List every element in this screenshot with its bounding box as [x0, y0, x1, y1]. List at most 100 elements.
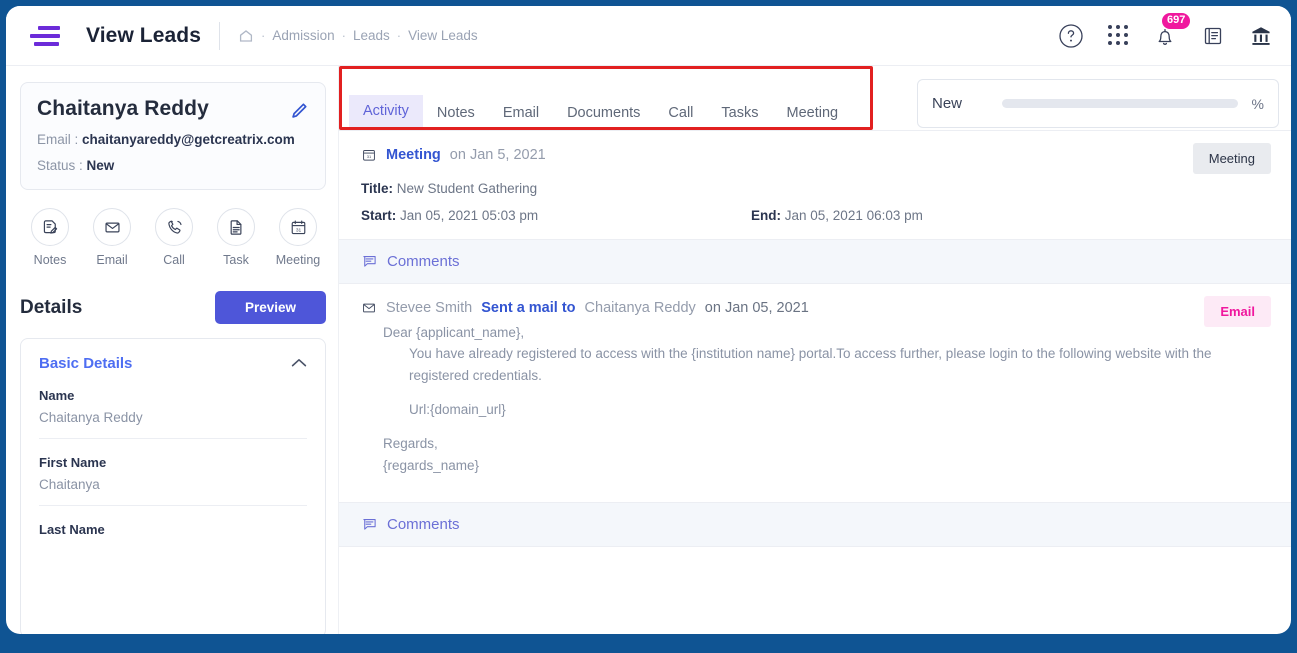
lead-email-label: Email :: [37, 132, 79, 147]
tab-documents[interactable]: Documents: [553, 97, 654, 130]
bank-icon[interactable]: [1249, 24, 1273, 48]
calendar-icon: 31: [361, 147, 377, 163]
breadcrumb-item-view-leads[interactable]: View Leads: [408, 28, 478, 43]
quick-action-email[interactable]: Email: [84, 208, 140, 267]
top-icon-group: 697: [1058, 12, 1273, 49]
quick-action-notes[interactable]: Notes: [22, 208, 78, 267]
tab-email[interactable]: Email: [489, 97, 553, 130]
field-label: Name: [39, 388, 75, 403]
calendar-icon: 31: [279, 208, 317, 246]
tab-call[interactable]: Call: [654, 97, 707, 130]
detail-field-name: Name Chaitanya Reddy: [39, 372, 307, 439]
quick-action-label: Meeting: [275, 253, 321, 267]
apps-grid-icon[interactable]: [1108, 25, 1129, 46]
quick-action-label: Notes: [33, 253, 67, 267]
status-select[interactable]: New %: [917, 79, 1279, 128]
email-sender: Stevee Smith: [386, 300, 473, 316]
comment-icon: [361, 516, 378, 533]
meeting-end: End: Jan 05, 2021 06:03 pm: [751, 208, 923, 223]
lead-summary-card: Chaitanya Reddy Email : chaitanyareddy@g…: [20, 82, 326, 190]
notes-icon: [31, 208, 69, 246]
entry-type: Meeting: [386, 147, 441, 163]
quick-action-call[interactable]: Call: [146, 208, 202, 267]
meeting-end-value: Jan 05, 2021 06:03 pm: [784, 208, 923, 223]
email-body-line-2: You have already registered to access wi…: [409, 346, 1212, 383]
home-icon[interactable]: [238, 28, 254, 44]
email-recipient: Chaitanya Reddy: [584, 300, 696, 316]
app-window: View Leads · Admission · Leads · View Le…: [6, 6, 1291, 634]
field-value: Chaitanya Reddy: [39, 410, 143, 425]
breadcrumb-sep: ·: [341, 28, 346, 43]
comments-bar-email[interactable]: Comments: [339, 501, 1291, 547]
tab-meeting[interactable]: Meeting: [772, 97, 852, 130]
tab-notes[interactable]: Notes: [423, 97, 489, 130]
divider: [219, 21, 221, 50]
document-icon: [217, 208, 255, 246]
meeting-title-value: New Student Gathering: [396, 181, 538, 196]
meeting-start-value: Jan 05, 2021 05:03 pm: [400, 208, 539, 223]
basic-details-header[interactable]: Basic Details: [39, 355, 307, 372]
basic-details-title: Basic Details: [39, 355, 133, 372]
lead-status-label: Status :: [37, 158, 83, 173]
comments-label: Comments: [387, 253, 460, 270]
comments-bar-meeting[interactable]: Comments: [339, 239, 1291, 284]
svg-text:31: 31: [295, 227, 301, 233]
email-body-line-4: Regards,: [383, 436, 438, 452]
details-heading: Details: [20, 296, 83, 318]
entry-header: Stevee Smith Sent a mail to Chaitanya Re…: [361, 300, 1273, 316]
comments-label: Comments: [387, 515, 460, 533]
tabs-region: Activity Notes Email Documents Call Task…: [339, 66, 1291, 130]
apps-grid-dots: [1108, 25, 1129, 46]
phone-icon: [155, 208, 193, 246]
comment-icon: [361, 253, 378, 270]
quick-action-task[interactable]: Task: [208, 208, 264, 267]
lead-name: Chaitanya Reddy: [37, 97, 209, 120]
status-select-value: New: [932, 95, 963, 112]
tab-tasks[interactable]: Tasks: [707, 97, 772, 130]
entry-date: on Jan 5, 2021: [449, 147, 546, 163]
email-body: Dear {applicant_name}, You have already …: [361, 316, 1273, 486]
tab-activity[interactable]: Activity: [349, 95, 423, 130]
detail-field-last-name: Last Name: [39, 506, 307, 550]
basic-details-card: Basic Details Name Chaitanya Reddy First…: [20, 338, 326, 634]
field-label: First Name: [39, 455, 107, 470]
main-body: Chaitanya Reddy Email : chaitanyareddy@g…: [6, 66, 1291, 634]
meeting-title-row: Title: New Student Gathering: [361, 181, 1273, 196]
page-title: View Leads: [86, 23, 202, 47]
breadcrumb-item-admission[interactable]: Admission: [272, 28, 334, 43]
activity-feed: 31 Meeting on Jan 5, 2021 Meeting Title:…: [339, 131, 1291, 547]
preview-button[interactable]: Preview: [214, 291, 326, 324]
email-body-line-1: Dear {applicant_name},: [383, 325, 525, 340]
notebook-icon[interactable]: [1201, 24, 1225, 48]
chevron-up-icon[interactable]: [291, 357, 307, 370]
help-circle-icon[interactable]: [1058, 23, 1084, 49]
quick-action-meeting[interactable]: 31 Meeting: [270, 208, 326, 267]
activity-entry-email: Stevee Smith Sent a mail to Chaitanya Re…: [339, 284, 1291, 502]
left-panel: Chaitanya Reddy Email : chaitanyareddy@g…: [6, 66, 338, 634]
email-action: Sent a mail to: [481, 300, 576, 316]
email-body-line-5: {regards_name}: [383, 457, 480, 473]
breadcrumb-item-leads[interactable]: Leads: [353, 28, 390, 43]
pencil-icon[interactable]: [289, 101, 309, 126]
quick-action-label: Call: [163, 253, 185, 267]
activity-entry-meeting: 31 Meeting on Jan 5, 2021 Meeting Title:…: [339, 131, 1291, 239]
meeting-time-row: Start: Jan 05, 2021 05:03 pm End: Jan 05…: [361, 208, 1273, 223]
meeting-end-label: End:: [751, 208, 781, 223]
field-value: Chaitanya: [39, 477, 100, 492]
lead-email-value: chaitanyareddy@getcreatrix.com: [82, 132, 295, 147]
email-date: on Jan 05, 2021: [704, 300, 809, 316]
meeting-start-label: Start:: [361, 208, 397, 223]
bell-icon[interactable]: 697: [1153, 12, 1191, 48]
meeting-title-label: Title:: [361, 181, 394, 196]
svg-text:31: 31: [367, 154, 372, 159]
lead-email-row: Email : chaitanyareddy@getcreatrix.com: [37, 132, 309, 147]
lead-status-row: Status : New: [37, 158, 309, 173]
entry-type-badge: Meeting: [1192, 143, 1271, 174]
envelope-icon: [361, 300, 377, 316]
quick-action-label: Email: [96, 253, 128, 267]
hamburger-icon[interactable]: [28, 23, 62, 49]
quick-actions: Notes Email Call Task 31 Meeting: [22, 208, 326, 267]
breadcrumb-sep: ·: [396, 28, 402, 43]
